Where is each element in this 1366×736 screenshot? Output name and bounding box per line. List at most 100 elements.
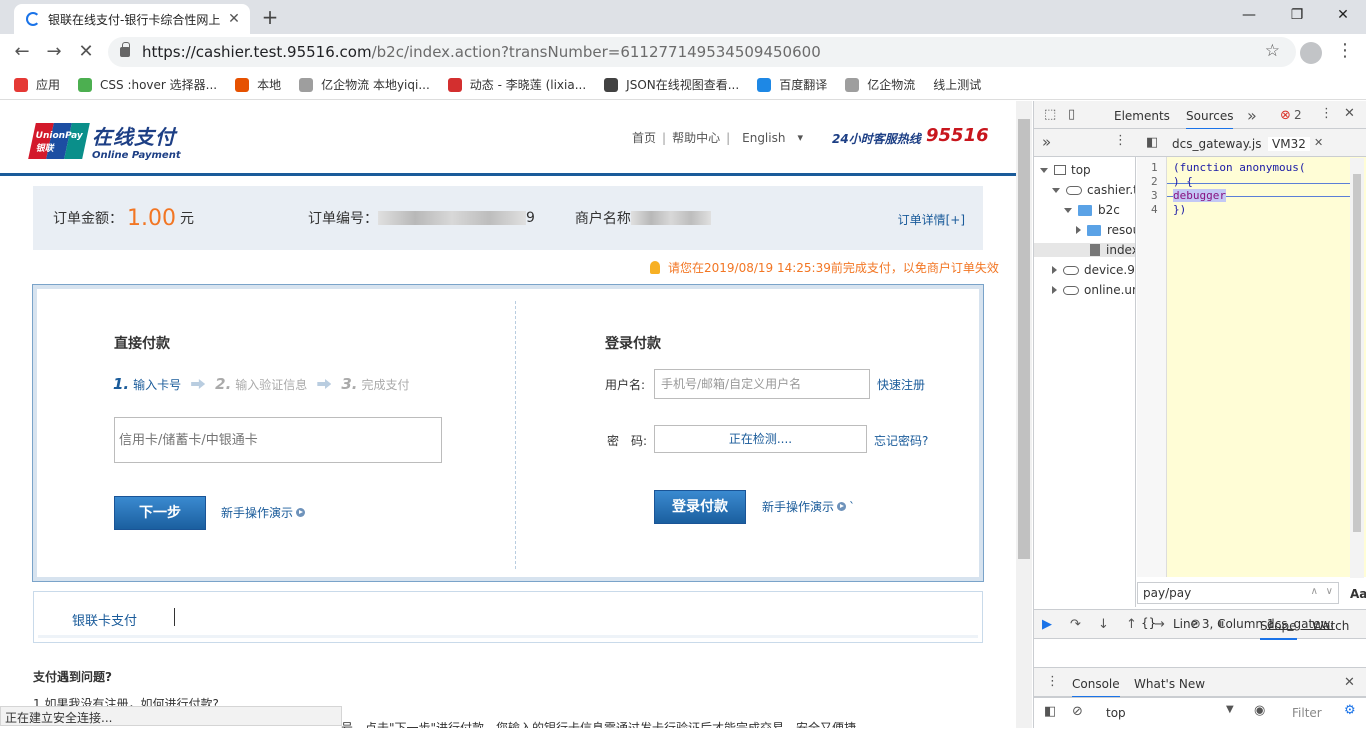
clear-console-icon[interactable]: ⊘: [1072, 704, 1083, 719]
new-tab-button[interactable]: +: [258, 6, 282, 30]
tree-node[interactable]: cashier.test: [1052, 183, 1135, 197]
stop-button[interactable]: ✕: [70, 36, 102, 68]
next-step-button[interactable]: 下一步: [114, 496, 206, 530]
tree-node[interactable]: index: [1034, 243, 1135, 257]
source-file-link[interactable]: dcs_gateway: [1267, 617, 1333, 631]
bookmark-item[interactable]: 亿企物流 本地yiqi...: [299, 76, 430, 93]
error-icon[interactable]: ⊗: [1280, 108, 1291, 123]
tree-node[interactable]: device.95516: [1052, 263, 1135, 277]
editor-scrollbar-thumb[interactable]: [1353, 174, 1361, 532]
browser-tab[interactable]: 银联在线支付-银行卡综合性网上 ✕: [14, 4, 250, 34]
toggle-navigator-icon[interactable]: ◧: [1146, 135, 1158, 150]
expand-right-icon[interactable]: [1052, 266, 1057, 274]
drawer-menu-icon[interactable]: ⋮: [1046, 674, 1059, 689]
editor-scrollbar[interactable]: [1350, 158, 1364, 578]
bookmark-item[interactable]: 应用: [14, 76, 60, 93]
pretty-print-icon[interactable]: {}: [1141, 616, 1156, 630]
nav-help-link[interactable]: 帮助中心: [672, 129, 720, 146]
step-into-icon[interactable]: ↓: [1098, 617, 1109, 632]
expand-down-icon[interactable]: [1040, 167, 1048, 173]
inspect-element-icon[interactable]: ⬚: [1044, 107, 1056, 122]
page-scrollbar[interactable]: [1016, 101, 1032, 728]
console-settings-icon[interactable]: ⚙: [1344, 703, 1356, 718]
url-host: https://cashier.test.95516.com: [142, 43, 372, 61]
login-pay-button[interactable]: 登录付款: [654, 490, 746, 524]
match-case-toggle[interactable]: Aa: [1350, 587, 1366, 601]
resume-icon[interactable]: ▶: [1042, 617, 1052, 632]
console-context-select[interactable]: top: [1106, 706, 1126, 720]
tree-node[interactable]: resources: [1076, 223, 1135, 237]
language-select[interactable]: English: [742, 131, 785, 145]
bookmark-item[interactable]: 本地: [235, 76, 281, 93]
address-bar[interactable]: https://cashier.test.95516.com/b2c/index…: [108, 37, 1296, 67]
browser-menu-icon[interactable]: ⋮: [1336, 40, 1354, 61]
search-prev-icon[interactable]: ∧: [1311, 586, 1318, 597]
tab-unionpay-card[interactable]: 银联卡支付: [72, 610, 137, 629]
bookmark-star-icon[interactable]: ☆: [1265, 41, 1280, 61]
unionpay-logo[interactable]: UnionPay 银联 在线支付 Online Payment: [28, 121, 181, 161]
folder-icon: [1087, 224, 1101, 236]
cloud-icon: [1066, 185, 1082, 195]
devtools-menu-icon[interactable]: ⋮: [1320, 106, 1333, 121]
console-filter-input[interactable]: Filter: [1292, 706, 1322, 720]
minimize-button[interactable]: —: [1226, 4, 1272, 28]
toggle-sidebar-icon[interactable]: ◧: [1044, 704, 1056, 719]
bookmark-item[interactable]: 亿企物流: [845, 76, 915, 93]
register-link[interactable]: 快速注册: [877, 376, 925, 393]
bookmark-item[interactable]: 动态 - 李晓莲 (lixia...: [447, 76, 586, 93]
tab-elements[interactable]: Elements: [1114, 109, 1170, 123]
live-expression-eye-icon[interactable]: ◉: [1254, 703, 1265, 718]
more-tabs-icon[interactable]: »: [1247, 106, 1257, 125]
expand-right-icon[interactable]: [1076, 226, 1081, 234]
error-count[interactable]: 2: [1294, 108, 1302, 122]
step-over-icon[interactable]: ↷: [1070, 617, 1081, 632]
profile-avatar-icon[interactable]: [1300, 42, 1322, 64]
bookmark-item[interactable]: 百度翻译: [757, 76, 827, 93]
order-detail-link[interactable]: 订单详情[+]: [898, 211, 965, 228]
step-out-icon[interactable]: ↑: [1126, 617, 1137, 632]
file-tab-dcs-gateway[interactable]: dcs_gateway.js: [1172, 137, 1261, 151]
password-label: 密 码:: [607, 434, 648, 448]
bookmark-item[interactable]: JSON在线视图查看...: [604, 76, 739, 93]
password-input[interactable]: 正在检测....: [654, 425, 867, 453]
lock-icon[interactable]: [120, 42, 130, 57]
expand-down-icon[interactable]: [1052, 187, 1060, 193]
expand-down-icon[interactable]: [1064, 207, 1072, 213]
navigator-menu-icon[interactable]: ⋮: [1114, 133, 1127, 148]
tab-whats-new[interactable]: What's New: [1134, 677, 1205, 691]
tab-close-icon[interactable]: ✕: [226, 11, 242, 27]
device-toolbar-icon[interactable]: ▯: [1068, 107, 1075, 122]
page-status-bubble: 正在建立安全连接...: [0, 706, 342, 726]
search-in-file-input[interactable]: pay/pay ∧ ∨: [1137, 582, 1339, 604]
bookmark-item[interactable]: CSS :hover 选择器...: [78, 76, 217, 93]
bookmark-label: 亿企物流: [867, 78, 916, 92]
back-button[interactable]: ←: [6, 36, 38, 68]
forgot-password-link[interactable]: 忘记密码?: [874, 432, 928, 449]
chevron-down-icon[interactable]: ▼: [1226, 704, 1234, 715]
maximize-button[interactable]: ❐: [1274, 4, 1320, 28]
devtools-close-icon[interactable]: ✕: [1344, 106, 1355, 121]
top-nav: 首页 | 帮助中心 | English ▾: [632, 129, 803, 146]
window-close-button[interactable]: ✕: [1320, 4, 1366, 28]
chevron-down-icon[interactable]: ▾: [797, 131, 803, 144]
nav-home-link[interactable]: 首页: [632, 129, 656, 146]
search-next-icon[interactable]: ∨: [1326, 586, 1333, 597]
code-editor[interactable]: 1 (function anonymous(2) {3 debugger 4}): [1137, 157, 1366, 577]
login-guide-link[interactable]: 新手操作演示 `: [762, 498, 855, 515]
tab-console[interactable]: Console: [1072, 677, 1120, 698]
tree-node[interactable]: b2c: [1064, 203, 1120, 217]
direct-guide-link[interactable]: 新手操作演示: [221, 504, 306, 521]
tree-node[interactable]: top: [1040, 163, 1091, 177]
tree-node[interactable]: online.unionpay: [1052, 283, 1135, 297]
expand-right-icon[interactable]: [1052, 286, 1057, 294]
navigator-more-icon[interactable]: »: [1042, 133, 1051, 151]
file-tab-vm32[interactable]: VM32: [1268, 137, 1310, 151]
username-input[interactable]: 手机号/邮箱/自定义用户名: [654, 369, 870, 399]
bookmark-item[interactable]: 线上测试: [933, 76, 981, 93]
page-scrollbar-thumb[interactable]: [1018, 119, 1030, 559]
card-number-input[interactable]: [114, 417, 442, 463]
forward-button[interactable]: →: [38, 36, 70, 68]
drawer-close-icon[interactable]: ✕: [1344, 675, 1355, 690]
close-file-tab-icon[interactable]: ✕: [1314, 136, 1323, 149]
tab-sources[interactable]: Sources: [1186, 109, 1234, 130]
